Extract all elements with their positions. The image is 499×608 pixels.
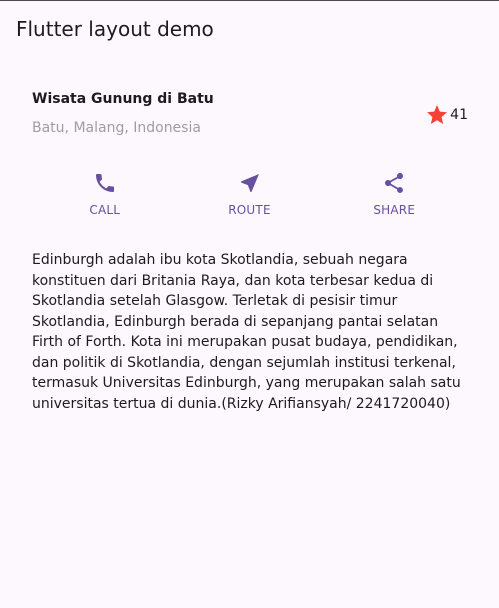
star-icon	[427, 105, 448, 124]
call-icon	[95, 174, 114, 192]
app-window: Flutter layout demo Wisata Gunung di Bat…	[0, 0, 499, 608]
share-label: SHARE	[373, 203, 416, 217]
place-location: Batu, Malang, Indonesia	[32, 120, 201, 136]
near-me-icon	[240, 174, 259, 192]
description-text: Edinburgh adalah ibu kota Skotlandia, se…	[32, 252, 461, 412]
title-section: Wisata Gunung di Batu Batu, Malang, Indo…	[32, 89, 468, 141]
app-bar: Flutter layout demo	[0, 1, 499, 57]
route-button[interactable]: ROUTE	[210, 171, 290, 217]
share-icon	[385, 173, 404, 193]
place-name: Wisata Gunung di Batu	[32, 91, 214, 107]
rating: 41	[425, 103, 468, 127]
button-section: CALL ROUTE SHARE	[0, 171, 499, 221]
rating-count: 41	[450, 107, 468, 123]
route-label: ROUTE	[228, 203, 271, 217]
call-label: CALL	[89, 203, 121, 217]
call-button[interactable]: CALL	[65, 171, 145, 217]
share-button[interactable]: SHARE	[354, 171, 434, 217]
page-title: Flutter layout demo	[16, 17, 214, 41]
